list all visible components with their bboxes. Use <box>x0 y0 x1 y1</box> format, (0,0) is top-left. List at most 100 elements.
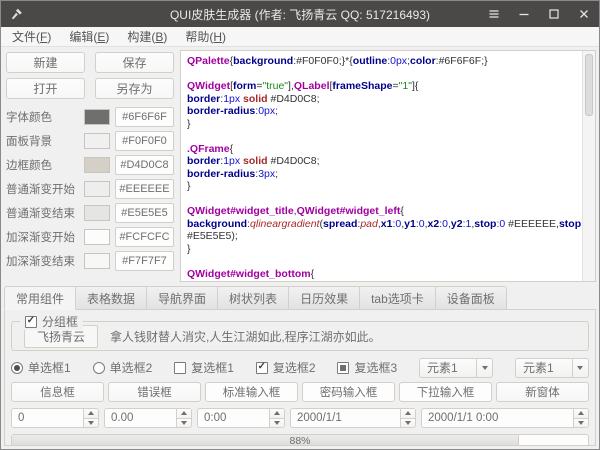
code-line <box>187 193 579 206</box>
checkbox-3[interactable]: 复选框3 <box>337 359 397 376</box>
groupbox-title: 分组框 <box>42 313 78 330</box>
menu-item-build[interactable]: 构建(B) <box>118 26 176 47</box>
double-spinbox[interactable]: 0.00 <box>104 408 192 428</box>
code-line: border:1px solid #D4D0C8; <box>187 155 579 168</box>
menu-item-help[interactable]: 帮助(H) <box>176 26 235 47</box>
spin-down-icon[interactable] <box>177 418 191 428</box>
combo-1[interactable]: 元素1 <box>419 358 493 378</box>
normal-gradient-start-row: 普通渐变开始 #EEEEEE <box>6 179 174 199</box>
border-color-row: 边框颜色#D4D0C8 <box>6 155 174 175</box>
code-line: QPalette{background:#F0F0F0;}*{outline:0… <box>187 55 579 68</box>
caret-down-icon <box>482 366 488 370</box>
menu-item-file[interactable]: 文件(F) <box>3 26 60 47</box>
checkbox-1[interactable]: 复选框1 <box>174 359 234 376</box>
progress-label: 88% <box>12 435 588 446</box>
radio-1[interactable]: 单选框1 <box>11 359 71 376</box>
normal-gradient-end-value[interactable]: #E5E5E5 <box>115 203 174 223</box>
spin-down-icon[interactable] <box>270 418 284 428</box>
code-line: } <box>187 180 579 193</box>
combo-value: 元素1 <box>516 359 572 376</box>
tab-nav-ui[interactable]: 导航界面 <box>147 286 218 310</box>
checkbox-label: 复选框2 <box>273 359 316 376</box>
panel-background-swatch[interactable] <box>84 133 110 149</box>
tab-device-panel[interactable]: 设备面板 <box>436 286 507 310</box>
spin-up-icon[interactable] <box>270 409 284 418</box>
border-color-swatch[interactable] <box>84 157 110 173</box>
scrollbar-thumb[interactable] <box>585 54 593 116</box>
normal-gradient-start-label: 普通渐变开始 <box>6 181 79 197</box>
spin-down-icon[interactable] <box>84 418 98 428</box>
dropdown-input[interactable]: 下拉输入框 <box>399 382 492 402</box>
deep-gradient-end-swatch[interactable] <box>84 253 110 269</box>
combo-dropdown-zone <box>572 359 588 377</box>
time-edit[interactable]: 0:00 <box>197 408 285 428</box>
double-spinbox-value: 0.00 <box>105 409 176 427</box>
action-row: 信息框错误框标准输入框密码输入框下拉输入框新窗体 <box>11 382 589 402</box>
spin-up-icon[interactable] <box>84 409 98 418</box>
code-line: border-radius:3px; <box>187 168 579 181</box>
password-input[interactable]: 密码输入框 <box>302 382 395 402</box>
new-window-button[interactable]: 新窗体 <box>496 382 589 402</box>
tab-content: ✓ 分组框 飞扬青云 拿人钱财替人消灾,人生江湖如此,程序江湖亦如此。 单选框1… <box>4 309 596 446</box>
menu-item-edit[interactable]: 编辑(E) <box>60 26 118 47</box>
tab-calendar[interactable]: 日历效果 <box>289 286 360 310</box>
checkbox-icon <box>337 362 349 374</box>
spin-down-icon[interactable] <box>574 418 588 428</box>
code-line: .QFrame{ <box>187 143 579 156</box>
standard-input[interactable]: 标准输入框 <box>205 382 298 402</box>
combo-2[interactable]: 元素1 <box>515 358 589 378</box>
save-button[interactable]: 保存 <box>95 52 174 73</box>
time-edit-value: 0:00 <box>198 409 269 427</box>
save-as-button[interactable]: 另存为 <box>95 78 174 99</box>
spin-up-icon[interactable] <box>177 409 191 418</box>
spin-up-icon[interactable] <box>574 409 588 418</box>
menu-icon[interactable] <box>487 7 501 21</box>
info-dialog-button[interactable]: 信息框 <box>11 382 104 402</box>
date-edit[interactable]: 2000/1/1 <box>290 408 416 428</box>
tabbar: 常用组件表格数据导航界面树状列表日历效果tab选项卡设备面板 <box>4 286 596 310</box>
deep-gradient-start-swatch[interactable] <box>84 229 110 245</box>
deep-gradient-end-label: 加深渐变结束 <box>6 253 79 269</box>
maximize-icon[interactable] <box>547 7 561 21</box>
qss-code: QPalette{background:#F0F0F0;}*{outline:0… <box>187 55 579 280</box>
normal-gradient-start-swatch[interactable] <box>84 181 110 197</box>
checkbox-2[interactable]: ✓复选框2 <box>256 359 316 376</box>
spin-down-icon[interactable] <box>401 418 415 428</box>
combo-dropdown-zone <box>476 359 492 377</box>
editor-scrollbar[interactable] <box>582 51 595 281</box>
new-button[interactable]: 新建 <box>6 52 85 73</box>
tab-tree-list[interactable]: 树状列表 <box>218 286 289 310</box>
minimize-icon[interactable] <box>517 7 531 21</box>
int-spinbox[interactable]: 0 <box>11 408 99 428</box>
deep-gradient-end-row: 加深渐变结束 #F7F7F7 <box>6 251 174 271</box>
normal-gradient-start-value[interactable]: #EEEEEE <box>115 179 174 199</box>
error-dialog-button[interactable]: 错误框 <box>108 382 201 402</box>
font-color-value[interactable]: #6F6F6F <box>115 107 174 127</box>
groupbox-title-checkbox[interactable]: ✓ 分组框 <box>20 313 83 330</box>
deep-gradient-start-row: 加深渐变开始#FCFCFC <box>6 227 174 247</box>
main-area: 新建保存打开另存为 字体颜色#6F6F6F面板背景#F0F0F0边框颜色#D4D… <box>1 47 599 449</box>
tab-common-widgets[interactable]: 常用组件 <box>4 286 76 310</box>
border-color-value[interactable]: #D4D0C8 <box>115 155 174 175</box>
tab-tab-widget[interactable]: tab选项卡 <box>360 286 436 310</box>
normal-gradient-end-swatch[interactable] <box>84 205 110 221</box>
deep-gradient-end-value[interactable]: #F7F7F7 <box>115 251 174 271</box>
spinner-row: 0 0.00 0:00 2000/1/1 2000/1/1 0:00 <box>11 408 589 428</box>
code-line: QWidget[form="true"],QLabel[frameShape="… <box>187 80 579 93</box>
datetime-edit-value: 2000/1/1 0:00 <box>422 409 573 427</box>
checkbox-icon <box>174 362 186 374</box>
normal-gradient-end-label: 普通渐变结束 <box>6 205 79 221</box>
qss-editor[interactable]: QPalette{background:#F0F0F0;}*{outline:0… <box>180 50 596 282</box>
tab-table-data[interactable]: 表格数据 <box>76 286 147 310</box>
spin-up-icon[interactable] <box>401 409 415 418</box>
int-spinbox-value: 0 <box>12 409 83 427</box>
radio-2[interactable]: 单选框2 <box>93 359 153 376</box>
deep-gradient-start-value[interactable]: #FCFCFC <box>115 227 174 247</box>
close-icon[interactable] <box>577 7 591 21</box>
open-button[interactable]: 打开 <box>6 78 85 99</box>
font-color-swatch[interactable] <box>84 109 110 125</box>
font-color-row: 字体颜色 #6F6F6F <box>6 107 174 127</box>
font-color-label: 字体颜色 <box>6 109 79 125</box>
datetime-edit[interactable]: 2000/1/1 0:00 <box>421 408 589 428</box>
panel-background-value[interactable]: #F0F0F0 <box>115 131 174 151</box>
